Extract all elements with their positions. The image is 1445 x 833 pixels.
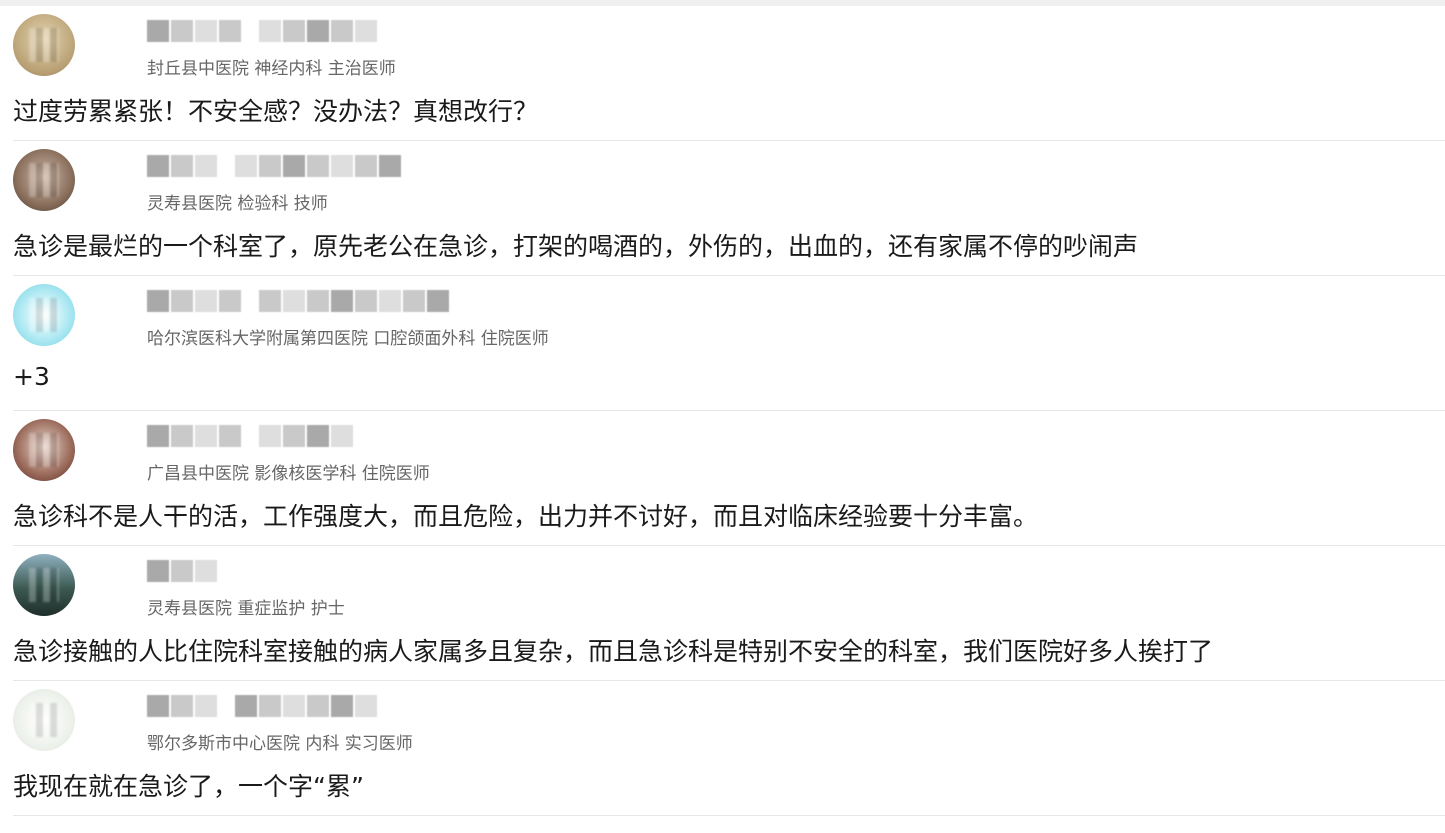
avatar[interactable] [13, 14, 75, 76]
comment-text: 我现在就在急诊了，一个字“累” [13, 772, 364, 801]
avatar[interactable] [13, 689, 75, 751]
user-hospital-info: 灵寿县医院 检验科 技师 [147, 194, 328, 214]
comment-item: 灵寿县医院 检验科 技师 急诊是最烂的一个科室了，原先老公在急诊，打架的喝酒的，… [13, 141, 1445, 276]
avatar[interactable] [13, 419, 75, 481]
comment-list-page: 封丘县中医院 神经内科 主治医师 过度劳累紧张！不安全感？没办法？真想改行？ 灵… [0, 0, 1445, 833]
avatar-blur [29, 703, 59, 737]
avatar[interactable] [13, 554, 75, 616]
avatar-blur [29, 568, 59, 602]
user-hospital-info: 广昌县中医院 影像核医学科 住院医师 [147, 464, 430, 484]
user-hospital-info: 哈尔滨医科大学附属第四医院 口腔颌面外科 住院医师 [147, 329, 549, 349]
user-name-redacted[interactable] [147, 288, 449, 314]
avatar[interactable] [13, 284, 75, 346]
user-hospital-info: 灵寿县医院 重症监护 护士 [147, 599, 345, 619]
user-name-redacted[interactable] [147, 558, 217, 584]
user-hospital-info: 封丘县中医院 神经内科 主治医师 [147, 59, 396, 79]
comment-text: 急诊是最烂的一个科室了，原先老公在急诊，打架的喝酒的，外伤的，出血的，还有家属不… [13, 232, 1139, 261]
avatar-blur [29, 433, 59, 467]
comment-text: 急诊接触的人比住院科室接触的病人家属多且复杂，而且急诊科是特别不安全的科室，我们… [13, 637, 1214, 666]
comment-item: 哈尔滨医科大学附属第四医院 口腔颌面外科 住院医师 +3 [13, 276, 1445, 411]
user-name-redacted[interactable] [147, 153, 401, 179]
comment-text: 过度劳累紧张！不安全感？没办法？真想改行？ [13, 97, 539, 126]
comment-item: 鄂尔多斯市中心医院 内科 实习医师 我现在就在急诊了，一个字“累” [13, 681, 1445, 816]
user-hospital-info: 鄂尔多斯市中心医院 内科 实习医师 [147, 734, 413, 754]
user-name-redacted[interactable] [147, 693, 377, 719]
avatar-blur [29, 163, 59, 197]
comment-text: 急诊科不是人干的活，工作强度大，而且危险，出力并不讨好，而且对临床经验要十分丰富… [13, 502, 1039, 531]
comment-item: 封丘县中医院 神经内科 主治医师 过度劳累紧张！不安全感？没办法？真想改行？ [13, 6, 1445, 141]
user-name-redacted[interactable] [147, 18, 377, 44]
comment-text: +3 [13, 362, 50, 391]
avatar-blur [29, 28, 59, 62]
comment-list: 封丘县中医院 神经内科 主治医师 过度劳累紧张！不安全感？没办法？真想改行？ 灵… [0, 6, 1445, 816]
avatar[interactable] [13, 149, 75, 211]
comment-item: 广昌县中医院 影像核医学科 住院医师 急诊科不是人干的活，工作强度大，而且危险，… [13, 411, 1445, 546]
comment-item: 灵寿县医院 重症监护 护士 急诊接触的人比住院科室接触的病人家属多且复杂，而且急… [13, 546, 1445, 681]
avatar-blur [29, 298, 59, 332]
user-name-redacted[interactable] [147, 423, 353, 449]
